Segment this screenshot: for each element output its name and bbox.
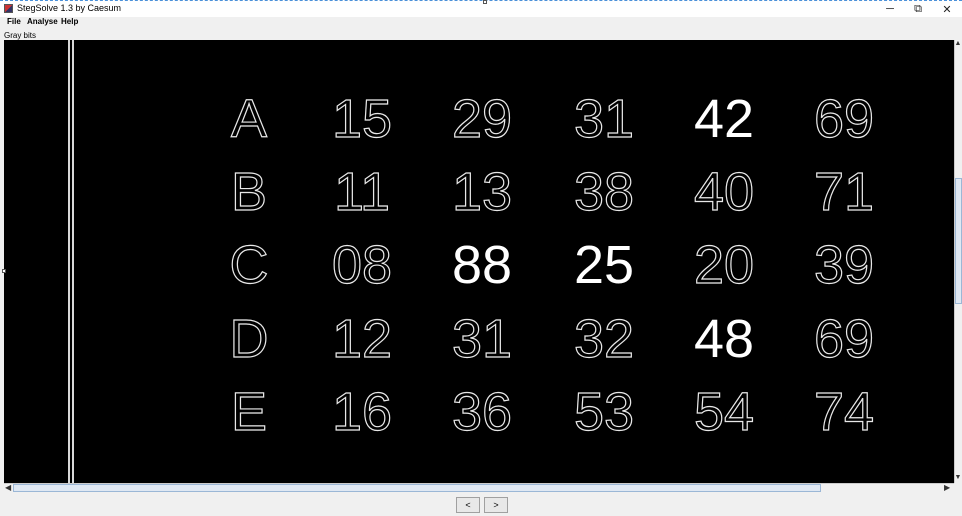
grid-number: 16 [331, 382, 393, 442]
window-title: StegSolve 1.3 by Caesum [17, 3, 122, 13]
grid-number: 71 [813, 162, 875, 222]
maximize-button[interactable]: ⧉ [903, 1, 933, 17]
vertical-scroll-thumb[interactable] [955, 178, 962, 304]
row-letter: E [230, 382, 268, 442]
grid-number: 11 [333, 162, 391, 222]
grid-number: 36 [451, 382, 513, 442]
image-canvas: A 15 29 31 42 69 B 11 13 38 40 71 C 08 88 25 20 39 D 12 31 32… [4, 40, 954, 483]
border-line [72, 40, 74, 483]
plane-caption: Gray bits [4, 31, 37, 40]
scroll-down-icon[interactable]: ▼ [954, 474, 962, 481]
next-button[interactable]: > [484, 497, 508, 513]
minimize-button[interactable]: ─ [875, 1, 905, 17]
grid-number: 25 [573, 235, 635, 295]
title-bar: StegSolve 1.3 by Caesum ─ ⧉ ✕ [0, 0, 962, 17]
grid-number: 29 [451, 89, 513, 149]
grid-number: 13 [451, 162, 513, 222]
menu-analyse[interactable]: Analyse [27, 17, 58, 26]
grid-number: 54 [693, 382, 755, 442]
grid-number: 42 [693, 89, 755, 149]
row-letter: D [229, 309, 269, 369]
grid-number: 08 [331, 235, 393, 295]
grid-number: 31 [451, 309, 513, 369]
grid-number: 31 [573, 89, 635, 149]
resize-handle[interactable] [2, 269, 6, 273]
grid-number: 74 [813, 382, 875, 442]
horizontal-scroll-thumb[interactable] [13, 484, 821, 492]
row-letter: B [230, 162, 268, 222]
grid-number: 69 [813, 309, 875, 369]
grid-number: 12 [331, 309, 393, 369]
grid-number: 32 [573, 309, 635, 369]
scroll-left-icon[interactable]: ◀ [5, 483, 11, 492]
grid-number: 69 [813, 89, 875, 149]
resize-handle[interactable] [483, 0, 487, 4]
menu-bar: File Analyse Help [0, 17, 962, 29]
app-icon [4, 4, 13, 13]
grid-number: 48 [693, 309, 755, 369]
row-letter: C [229, 235, 269, 295]
row-letter: A [230, 89, 268, 149]
menu-file[interactable]: File [7, 17, 21, 26]
grid-number: 20 [693, 235, 755, 295]
scroll-right-icon[interactable]: ▶ [944, 483, 950, 492]
grid-number: 40 [693, 162, 755, 222]
grid-number: 88 [451, 235, 513, 295]
border-line [68, 40, 70, 483]
menu-help[interactable]: Help [61, 17, 78, 26]
grid-number: 15 [331, 89, 393, 149]
close-button[interactable]: ✕ [932, 1, 962, 17]
grid-number: 53 [573, 382, 635, 442]
grid-number: 39 [813, 235, 875, 295]
prev-button[interactable]: < [456, 497, 480, 513]
scroll-up-icon[interactable]: ▲ [954, 40, 962, 47]
grid-number: 38 [573, 162, 635, 222]
